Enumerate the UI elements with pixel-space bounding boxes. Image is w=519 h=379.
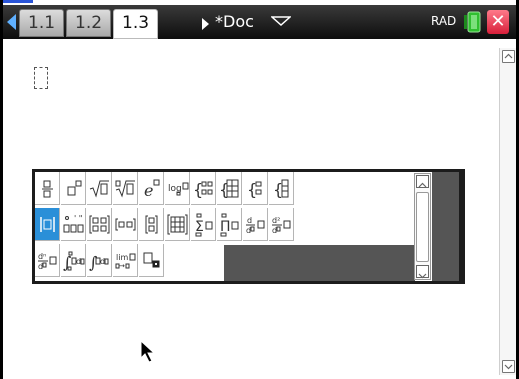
- fraction-template[interactable]: [35, 172, 60, 205]
- svg-text:→: →: [119, 262, 125, 270]
- svg-text:∫: ∫: [63, 253, 71, 272]
- log-template[interactable]: log: [165, 172, 190, 205]
- svg-text:lim: lim: [116, 253, 128, 262]
- square-root-template[interactable]: [87, 172, 112, 205]
- close-icon[interactable]: ✕: [487, 10, 509, 34]
- nav-right-icon[interactable]: [202, 18, 209, 30]
- tab-1-1[interactable]: 1.1: [19, 9, 65, 37]
- dropdown-caret-icon[interactable]: [271, 16, 291, 26]
- e-exponent-template[interactable]: e: [139, 172, 164, 205]
- palette-right-panel: [432, 172, 459, 281]
- svg-text:dⁿ: dⁿ: [38, 252, 46, 261]
- nav-left-icon[interactable]: [7, 14, 16, 30]
- nth-root-template[interactable]: [113, 172, 138, 205]
- svg-text:e: e: [144, 181, 153, 200]
- app-window: 1.1 1.2 1.3 *Doc RAD ✕ e log {{{{' "…: [0, 0, 519, 379]
- sum-template[interactable]: Σ: [191, 208, 216, 241]
- nth-derivative-template[interactable]: dⁿ d: [35, 244, 60, 277]
- row-matrix-template[interactable]: [113, 208, 138, 241]
- matrix-2x2-template[interactable]: [87, 208, 112, 241]
- title-bar: 1.1 1.2 1.3 *Doc RAD ✕: [3, 5, 516, 39]
- first-derivative-template[interactable]: dd: [243, 208, 268, 241]
- svg-text:d: d: [247, 216, 252, 225]
- scroll-down-icon[interactable]: [502, 360, 515, 373]
- palette-empty-area: [224, 245, 415, 281]
- product-template[interactable]: Π: [217, 208, 242, 241]
- top-accent-line: [3, 0, 33, 3]
- document-title[interactable]: *Doc: [215, 12, 254, 32]
- limit-template[interactable]: lim →: [113, 244, 138, 277]
- dms-template[interactable]: ' ": [61, 208, 86, 241]
- svg-text:d: d: [76, 257, 81, 266]
- system-n-template[interactable]: {: [269, 172, 294, 205]
- svg-text:d²: d²: [272, 216, 280, 225]
- scroll-up-icon[interactable]: [502, 50, 515, 63]
- definite-integral-template[interactable]: ∫ d: [61, 244, 86, 277]
- battery-icon: [464, 11, 481, 33]
- palette-scroll-thumb[interactable]: [416, 192, 429, 262]
- indefinite-integral-template[interactable]: ∫ d: [87, 244, 112, 277]
- piecewise-2-template[interactable]: {: [191, 172, 216, 205]
- svg-text:' ": ' ": [74, 214, 82, 223]
- tab-1-2[interactable]: 1.2: [66, 9, 112, 37]
- tab-1-3[interactable]: 1.3: [113, 9, 159, 39]
- svg-text:d: d: [100, 257, 105, 266]
- svg-text:{: {: [219, 180, 229, 199]
- subscript-template[interactable]: [139, 244, 164, 277]
- absolute-value-template[interactable]: [35, 208, 60, 241]
- vertical-scrollbar[interactable]: [499, 48, 516, 375]
- angle-mode-indicator: RAD: [431, 14, 457, 28]
- matrix-mxn-template[interactable]: [165, 208, 190, 241]
- svg-text:d: d: [272, 226, 277, 235]
- exponent-template[interactable]: [61, 172, 86, 205]
- pointer-cursor-icon: [140, 340, 156, 363]
- piecewise-n-template[interactable]: {: [217, 172, 242, 205]
- second-derivative-template[interactable]: d² d: [269, 208, 294, 241]
- template-grid: e log { { { { ' " Σ Π d d d² d dⁿ d ∫ d …: [35, 172, 459, 281]
- math-input-box[interactable]: [34, 67, 48, 89]
- svg-text:d: d: [246, 226, 251, 235]
- palette-scrollbar[interactable]: [414, 173, 431, 280]
- math-template-palette: e log { { { { ' " Σ Π d d d² d dⁿ d ∫ d …: [32, 169, 465, 284]
- column-matrix-template[interactable]: [139, 208, 164, 241]
- system-2-template[interactable]: {: [243, 172, 268, 205]
- scroll-down-icon[interactable]: [416, 265, 429, 279]
- scroll-up-icon[interactable]: [416, 175, 429, 188]
- svg-text:d: d: [38, 262, 43, 271]
